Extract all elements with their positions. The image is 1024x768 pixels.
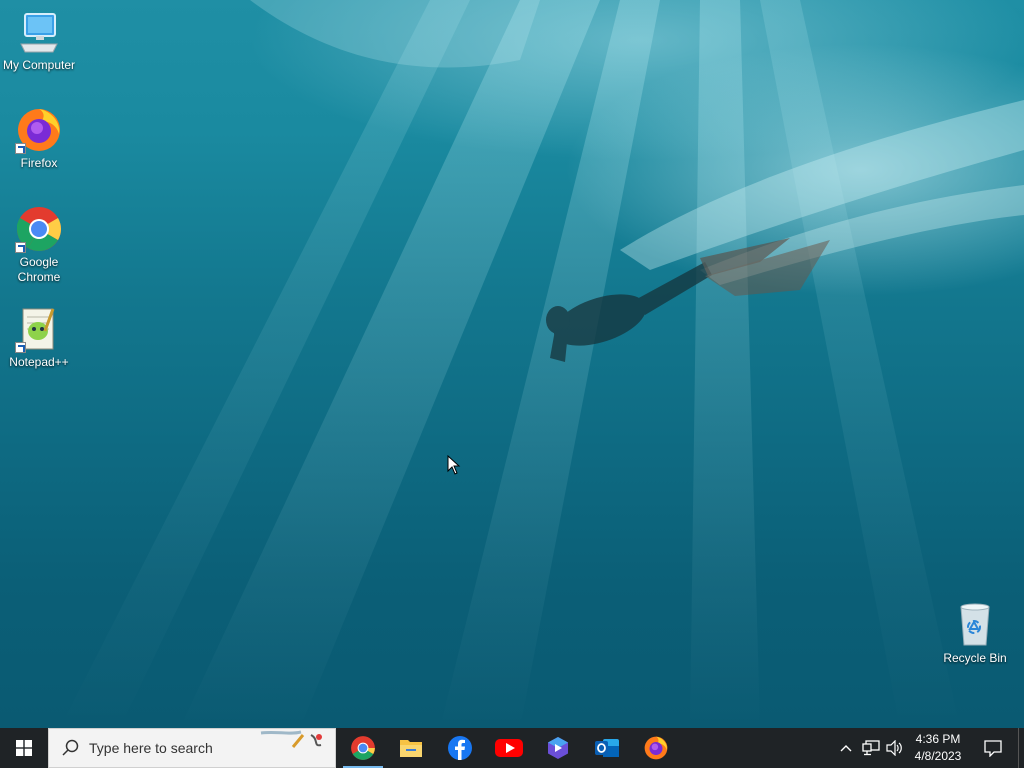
windows-logo-icon xyxy=(16,740,32,756)
recycle-bin-icon xyxy=(951,601,999,649)
outlook-icon xyxy=(595,739,619,757)
notepadpp-icon xyxy=(15,305,63,353)
shortcut-arrow-icon xyxy=(15,143,26,154)
taskbar-app-file-explorer[interactable] xyxy=(389,728,433,768)
tray-overflow-button[interactable] xyxy=(836,738,856,758)
desktop-icon-label: Firefox xyxy=(20,156,58,170)
facebook-icon xyxy=(448,736,472,760)
taskbar-app-outlook[interactable] xyxy=(585,728,629,768)
firefox-icon xyxy=(15,106,63,154)
chrome-icon xyxy=(15,205,63,253)
search-box[interactable]: Type here to search xyxy=(48,728,336,768)
desktop-icon-label: My Computer xyxy=(2,58,76,72)
clipchamp-icon xyxy=(548,737,568,759)
desktop-icon-label: Recycle Bin xyxy=(943,651,1007,665)
desktop-icon-notepadpp[interactable]: Notepad++ xyxy=(1,305,77,370)
action-center-icon xyxy=(984,740,1002,757)
chrome-icon xyxy=(351,736,375,760)
taskbar-app-firefox[interactable] xyxy=(634,728,678,768)
mouse-cursor-icon xyxy=(447,455,461,475)
clock-time: 4:36 PM xyxy=(915,732,961,746)
start-button[interactable] xyxy=(0,728,48,768)
desktop-icon-google-chrome[interactable]: Google Chrome xyxy=(1,205,77,285)
chevron-up-icon xyxy=(840,745,852,752)
taskbar-app-facebook[interactable] xyxy=(438,728,482,768)
shortcut-arrow-icon xyxy=(15,342,26,353)
taskbar-clock[interactable]: 4:36 PM 4/8/2023 xyxy=(906,731,970,765)
shortcut-arrow-icon xyxy=(15,242,26,253)
wallpaper-image xyxy=(60,0,1024,728)
youtube-icon xyxy=(495,739,523,757)
desktop[interactable]: My Computer Firefox Google Chrome Notepa… xyxy=(0,0,1024,728)
taskbar-app-youtube[interactable] xyxy=(487,728,531,768)
search-placeholder: Type here to search xyxy=(89,740,213,756)
taskbar-app-clipchamp[interactable] xyxy=(536,728,580,768)
clock-date: 4/8/2023 xyxy=(914,749,962,763)
desktop-icon-recycle-bin[interactable]: Recycle Bin xyxy=(937,601,1013,666)
show-desktop-button[interactable] xyxy=(1018,728,1024,768)
desktop-icon-my-computer[interactable]: My Computer xyxy=(1,8,77,73)
search-highlight-doodle-icon xyxy=(260,730,322,748)
computer-icon xyxy=(15,8,63,56)
tray-volume-button[interactable] xyxy=(885,738,905,758)
tray-network-button[interactable] xyxy=(861,738,881,758)
desktop-icon-label: Google Chrome xyxy=(17,255,61,284)
taskbar: Type here to search 4:36 PM 4/8/2023 xyxy=(0,728,1024,768)
firefox-icon xyxy=(644,736,668,760)
taskbar-app-chrome[interactable] xyxy=(341,728,385,768)
desktop-icon-label: Notepad++ xyxy=(9,355,69,369)
volume-icon xyxy=(886,740,902,756)
desktop-icon-firefox[interactable]: Firefox xyxy=(1,106,77,171)
folder-icon xyxy=(400,740,422,757)
action-center-button[interactable] xyxy=(978,728,1008,768)
search-icon xyxy=(62,739,79,756)
network-icon xyxy=(862,740,880,756)
